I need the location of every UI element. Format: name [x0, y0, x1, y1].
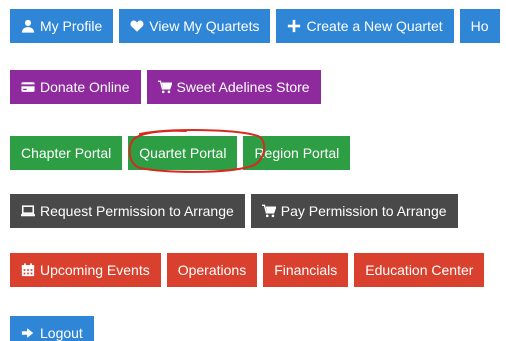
shopping-cart-icon — [157, 80, 172, 94]
operations-label: Operations — [177, 262, 247, 278]
sweet-adelines-store-label: Sweet Adelines Store — [176, 79, 310, 95]
region-portal-button[interactable]: Region Portal — [243, 136, 351, 170]
main-nav-row: My Profile View My Quartets Create a New… — [10, 9, 500, 43]
donate-online-label: Donate Online — [40, 79, 130, 95]
request-permission-label: Request Permission to Arrange — [40, 203, 234, 219]
education-center-button[interactable]: Education Center — [354, 253, 485, 287]
create-new-quartet-label: Create a New Quartet — [306, 18, 443, 34]
financials-button[interactable]: Financials — [263, 253, 349, 287]
heart-icon — [130, 19, 144, 33]
sign-out-icon — [21, 326, 35, 340]
pay-permission-button[interactable]: Pay Permission to Arrange — [250, 194, 458, 228]
my-profile-button[interactable]: My Profile — [10, 9, 114, 43]
laptop-icon — [21, 204, 35, 218]
my-profile-label: My Profile — [40, 18, 103, 34]
education-center-label: Education Center — [365, 262, 474, 278]
donate-online-button[interactable]: Donate Online — [10, 70, 141, 104]
shopping-cart-icon — [261, 204, 276, 218]
upcoming-events-button[interactable]: Upcoming Events — [10, 253, 161, 287]
quartet-portal-label: Quartet Portal — [139, 145, 227, 161]
view-my-quartets-button[interactable]: View My Quartets — [119, 9, 271, 43]
pay-permission-label: Pay Permission to Arrange — [280, 203, 447, 219]
create-new-quartet-button[interactable]: Create a New Quartet — [276, 9, 454, 43]
home-label: Ho — [470, 18, 489, 34]
portals-row: Chapter Portal Quartet Portal Region Por… — [10, 136, 351, 170]
credit-card-icon — [21, 80, 35, 94]
view-my-quartets-label: View My Quartets — [149, 18, 260, 34]
operations-button[interactable]: Operations — [166, 253, 258, 287]
info-row: Upcoming Events Operations Financials Ed… — [10, 253, 485, 287]
arranging-row: Request Permission to Arrange Pay Permis… — [10, 194, 458, 228]
request-permission-button[interactable]: Request Permission to Arrange — [10, 194, 245, 228]
account-row: Logout — [10, 316, 94, 341]
logout-button[interactable]: Logout — [10, 316, 94, 341]
support-row: Donate Online Sweet Adelines Store — [10, 70, 321, 104]
page: My Profile View My Quartets Create a New… — [0, 0, 506, 341]
home-button[interactable]: Ho — [459, 9, 500, 43]
plus-icon — [287, 19, 301, 33]
region-portal-label: Region Portal — [254, 145, 340, 161]
chapter-portal-label: Chapter Portal — [21, 145, 112, 161]
upcoming-events-label: Upcoming Events — [40, 262, 150, 278]
logout-label: Logout — [40, 325, 83, 341]
chapter-portal-button[interactable]: Chapter Portal — [10, 136, 123, 170]
user-icon — [21, 19, 35, 33]
quartet-portal-button[interactable]: Quartet Portal — [128, 136, 238, 170]
financials-label: Financials — [274, 262, 338, 278]
calendar-icon — [21, 263, 35, 277]
sweet-adelines-store-button[interactable]: Sweet Adelines Store — [146, 70, 321, 104]
